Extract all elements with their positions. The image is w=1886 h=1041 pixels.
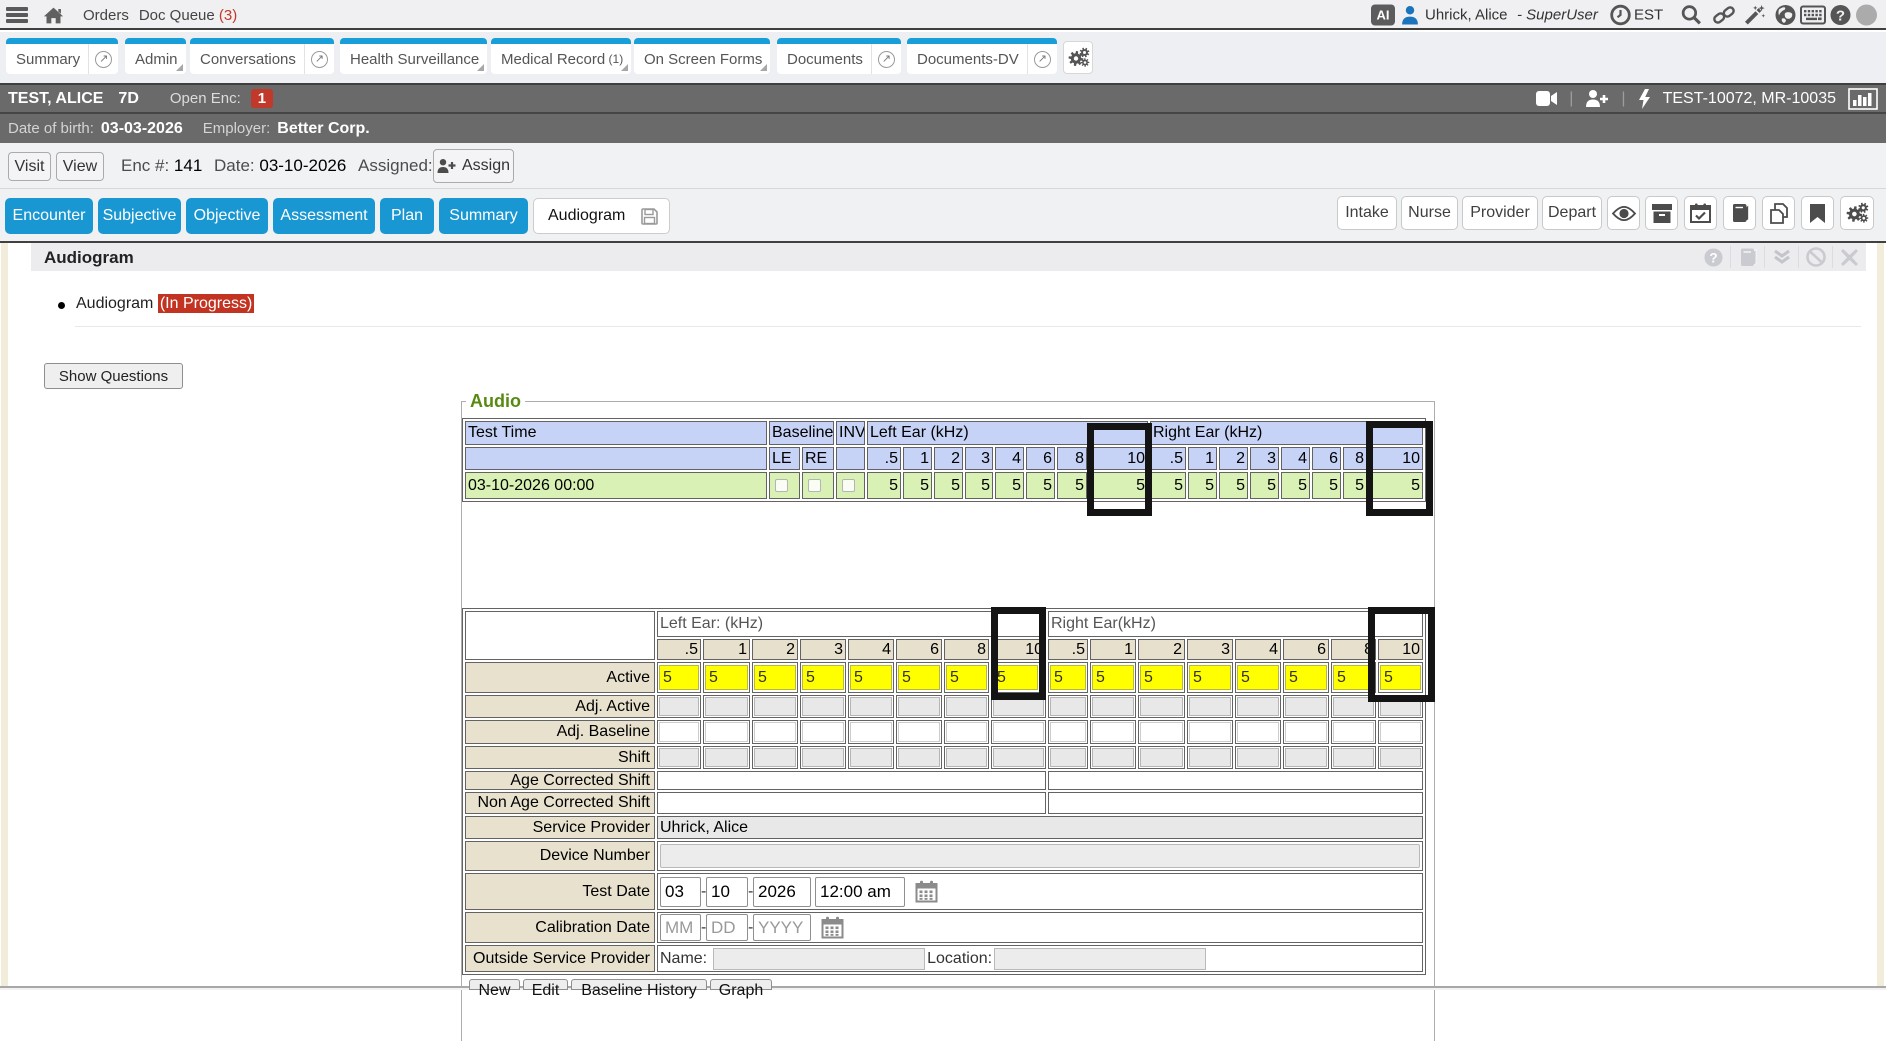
svg-text:?: ? (1709, 250, 1717, 265)
svg-text:?: ? (1836, 8, 1845, 25)
